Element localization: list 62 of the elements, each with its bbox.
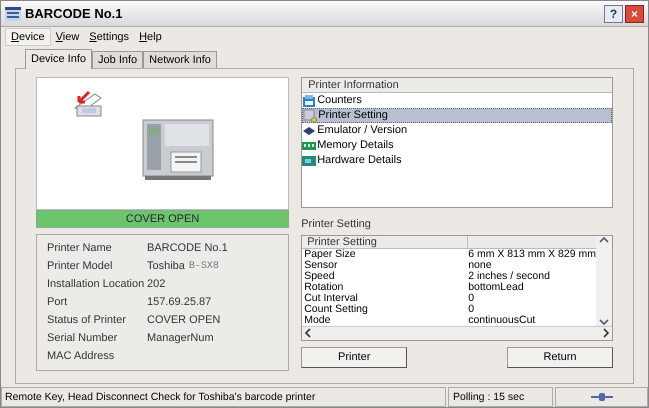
tab[interactable]: Job Info bbox=[92, 51, 144, 68]
info-label: MAC Address bbox=[47, 349, 116, 364]
menu-item[interactable]: Help bbox=[134, 28, 167, 46]
setting-value: 6 mm X 813 mm X 829 mm bbox=[468, 248, 596, 260]
scroll-right-icon[interactable] bbox=[602, 328, 610, 338]
close-button[interactable]: × bbox=[625, 4, 644, 22]
info-value: 157.69.25.87 bbox=[147, 295, 212, 310]
setting-name: Rotation bbox=[303, 282, 344, 292]
scroll-up-icon[interactable] bbox=[599, 236, 609, 244]
model-code: B-SX8 bbox=[188, 260, 219, 274]
setting-value: 0 bbox=[468, 304, 474, 314]
scroll-down-icon[interactable] bbox=[599, 318, 609, 326]
menu-item[interactable]: View bbox=[50, 28, 84, 46]
app-icon bbox=[5, 6, 21, 20]
tree-item[interactable]: Printer Setting bbox=[302, 108, 612, 123]
tree-item[interactable]: Memory Details bbox=[302, 138, 612, 153]
document-gear-icon bbox=[303, 108, 318, 122]
setting-value: bottomLead bbox=[468, 282, 524, 292]
info-value: COVER OPEN bbox=[147, 313, 220, 328]
info-label: Status of Printer bbox=[47, 313, 127, 328]
tab[interactable]: Network Info bbox=[143, 51, 217, 68]
printer-button[interactable]: Printer bbox=[301, 346, 408, 368]
counter-icon bbox=[302, 94, 316, 108]
info-label: Port bbox=[47, 295, 68, 310]
window-title: BARCODE No.1 bbox=[25, 4, 123, 23]
info-value: ManagerNum bbox=[147, 331, 214, 346]
info-label: Installation Location bbox=[47, 277, 146, 292]
info-value: Toshiba bbox=[147, 259, 185, 274]
horizontal-scrollbar[interactable] bbox=[302, 326, 612, 340]
setting-name: Paper Size bbox=[303, 248, 357, 260]
polling-status: Polling : 15 sec bbox=[448, 387, 553, 407]
section-title: Printer Setting bbox=[301, 217, 372, 232]
setting-value: 0 bbox=[468, 292, 474, 304]
connection-icon bbox=[590, 393, 612, 401]
tree-item[interactable]: Hardware Details bbox=[302, 153, 612, 168]
setting-value: 2 inches / second bbox=[468, 270, 550, 282]
setting-name: Count Setting bbox=[303, 304, 369, 314]
tab[interactable]: Device Info bbox=[25, 49, 92, 69]
tree-item[interactable]: Emulator / Version bbox=[302, 123, 612, 138]
status-message: Remote Key, Head Disconnect Check for Toshiba's barcode printer bbox=[1, 387, 446, 407]
help-button[interactable]: ? bbox=[604, 4, 623, 22]
setting-value: none bbox=[468, 260, 492, 270]
info-label: Printer Name bbox=[47, 241, 113, 256]
info-value: BARCODE No.1 bbox=[147, 241, 228, 256]
setting-name: Speed bbox=[303, 270, 336, 282]
circuit-board-icon bbox=[302, 154, 316, 168]
menu-item[interactable]: Settings bbox=[84, 28, 134, 46]
vertical-scrollbar[interactable] bbox=[596, 236, 612, 326]
info-label: Printer Model bbox=[47, 259, 114, 274]
status-banner: COVER OPEN bbox=[36, 210, 290, 228]
menu-item[interactable]: Device bbox=[5, 28, 51, 46]
setting-name: Mode bbox=[303, 314, 332, 326]
info-value: 202 bbox=[147, 277, 166, 292]
info-label: Serial Number bbox=[47, 331, 118, 346]
column-header: Printer Setting bbox=[302, 236, 468, 248]
return-button[interactable]: Return bbox=[507, 346, 613, 368]
tree-header: Printer Information bbox=[302, 78, 612, 93]
tree-item[interactable]: Counters bbox=[302, 93, 612, 108]
scroll-left-icon[interactable] bbox=[304, 328, 312, 338]
setting-value: continuousCut bbox=[468, 314, 536, 326]
setting-name: Sensor bbox=[303, 260, 338, 270]
setting-name: Cut Interval bbox=[303, 292, 359, 304]
